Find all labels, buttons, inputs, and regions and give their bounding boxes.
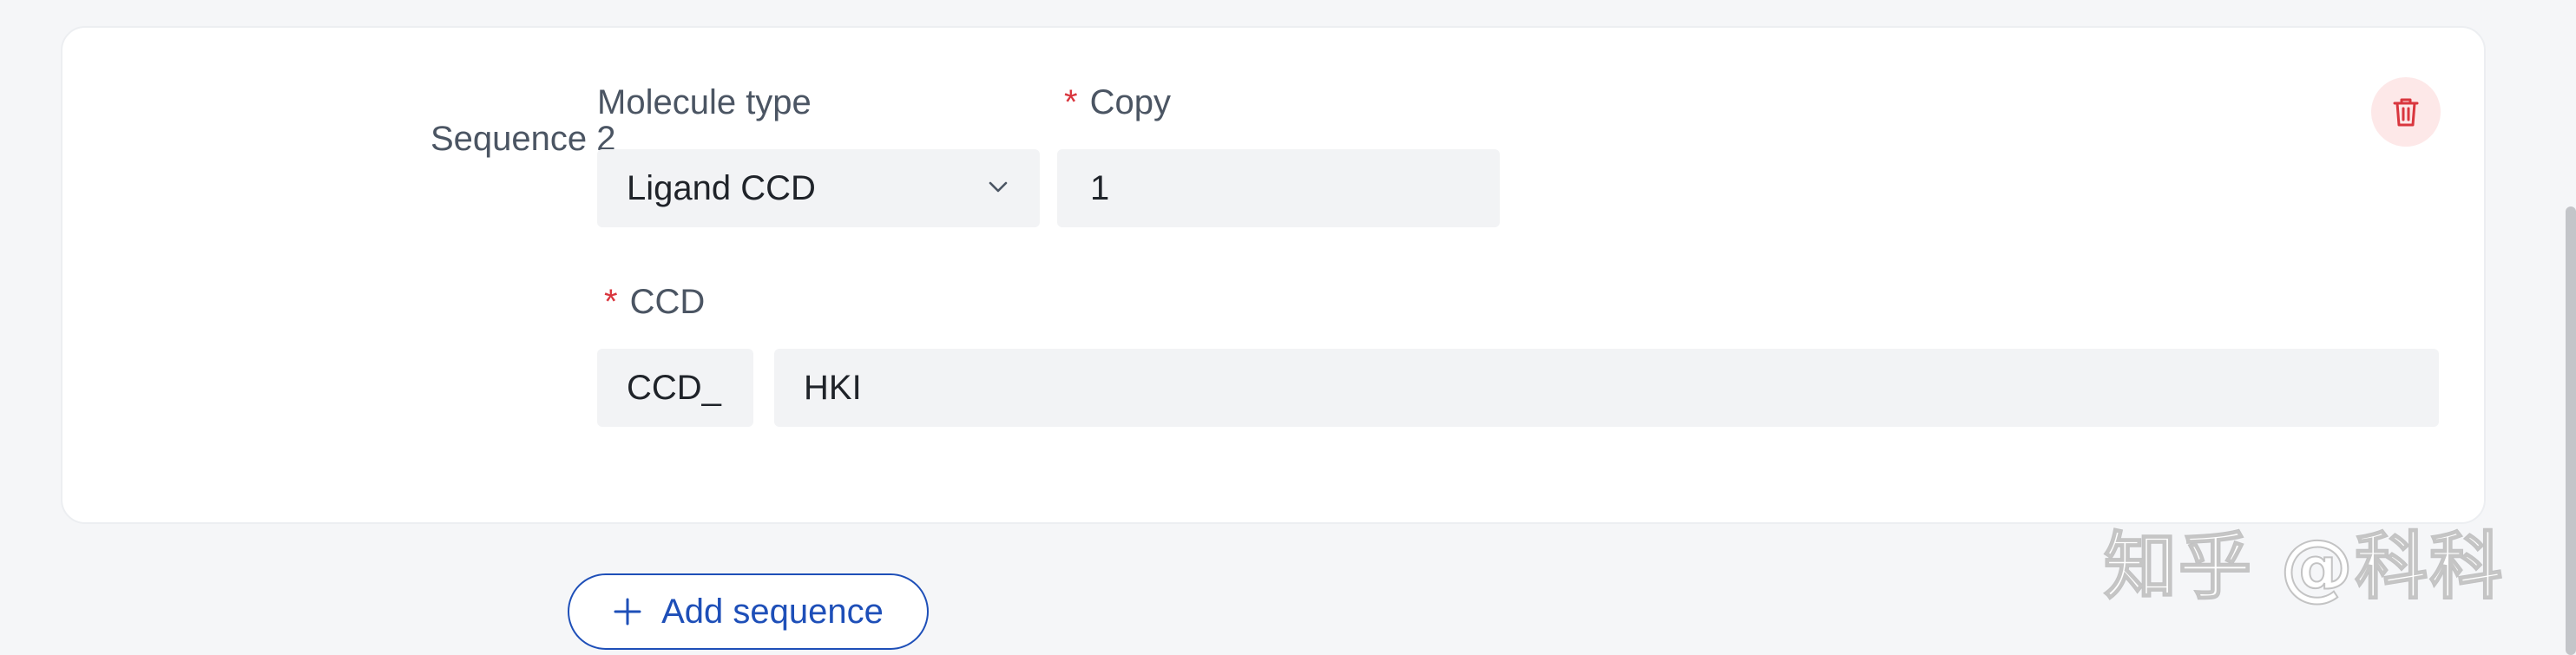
- ccd-input[interactable]: HKI: [774, 349, 2439, 427]
- trash-icon: [2393, 98, 2419, 127]
- delete-sequence-button[interactable]: [2371, 77, 2441, 147]
- copy-label-text: Copy: [1089, 83, 1171, 121]
- plus-icon: [614, 598, 641, 626]
- add-sequence-button[interactable]: Add sequence: [568, 573, 929, 650]
- copy-input[interactable]: 1: [1057, 149, 1500, 227]
- watermark: 知乎 @科科: [2103, 523, 2505, 610]
- ccd-prefix-text: CCD_: [627, 368, 721, 407]
- add-sequence-label: Add sequence: [661, 592, 884, 631]
- required-mark: *: [1064, 83, 1078, 121]
- scrollbar-thumb[interactable]: [2566, 206, 2576, 655]
- required-mark: *: [604, 283, 618, 321]
- copy-label: * Copy: [1064, 83, 1171, 122]
- ccd-label: * CCD: [604, 283, 705, 322]
- sequence-label: Sequence 2: [430, 120, 616, 158]
- ccd-label-text: CCD: [629, 283, 706, 321]
- molecule-type-select[interactable]: Ligand CCD: [597, 149, 1040, 227]
- molecule-type-value: Ligand CCD: [627, 168, 816, 207]
- ccd-prefix: CCD_: [597, 349, 753, 427]
- sequence-card: Sequence 2 Molecule type Ligand CCD * Cop…: [61, 26, 2486, 524]
- copy-value: 1: [1090, 168, 1110, 207]
- chevron-down-icon: [989, 181, 1008, 193]
- molecule-type-label: Molecule type: [597, 83, 812, 121]
- ccd-value: HKI: [804, 368, 862, 407]
